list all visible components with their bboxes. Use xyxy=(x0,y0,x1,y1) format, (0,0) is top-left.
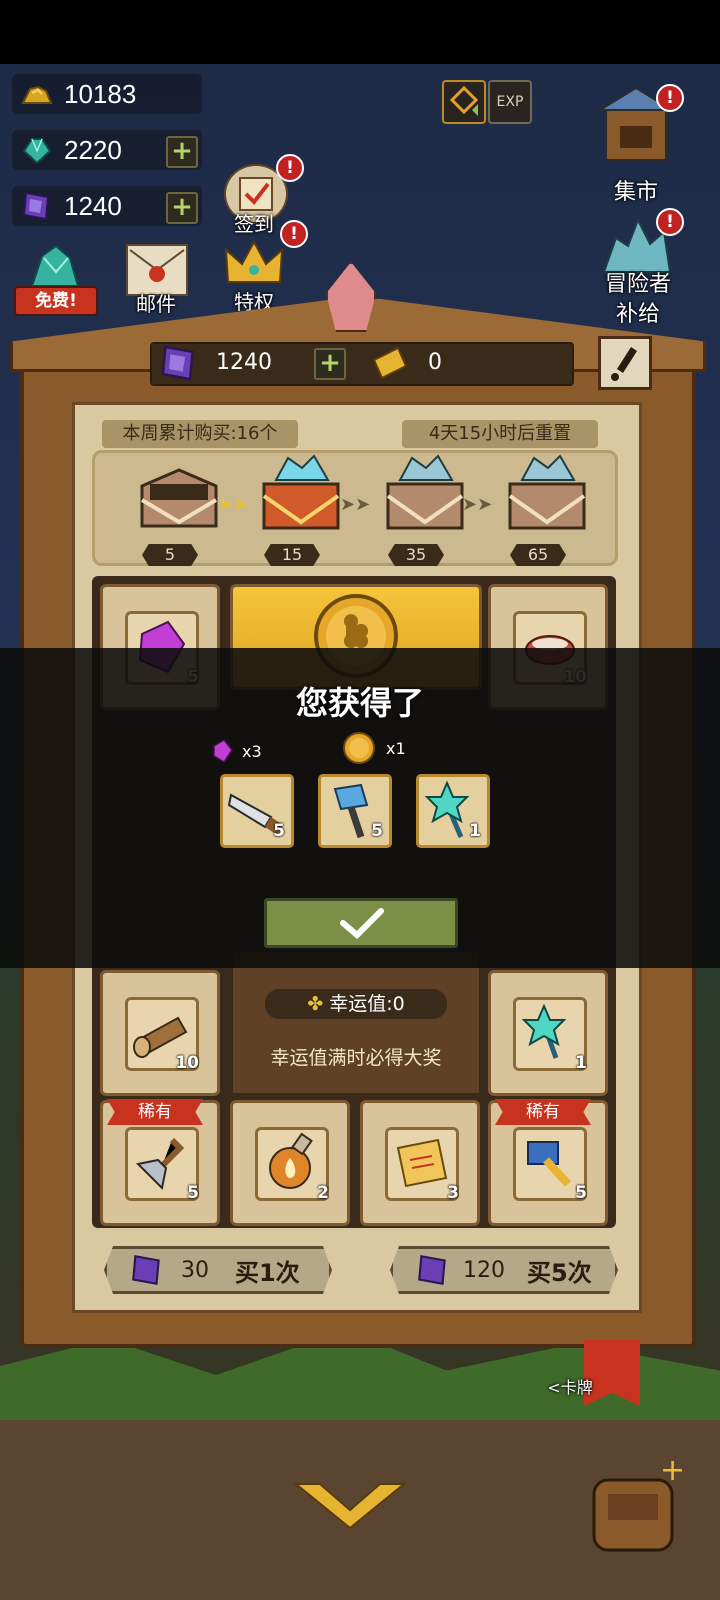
panel-add-crystals-button[interactable]: + xyxy=(314,348,346,380)
buy-once-label: 买1次 xyxy=(235,1258,300,1287)
buy-once-cost: 30 xyxy=(181,1257,209,1283)
summary-qty: x3 xyxy=(242,741,262,761)
info-button[interactable] xyxy=(598,336,652,390)
privilege-button[interactable] xyxy=(222,236,286,290)
add-gems-button[interactable]: + xyxy=(166,136,198,168)
tier-label: 5 xyxy=(142,544,198,566)
clover-icon: ✤ xyxy=(307,993,324,1015)
reward-slot-wand[interactable]: 1 xyxy=(416,774,490,848)
item-count: 3 xyxy=(447,1183,459,1203)
item-count: 5 xyxy=(187,1183,199,1203)
popup-title: 您获得了 xyxy=(295,684,424,722)
rare-tag: 稀有 xyxy=(107,1099,203,1125)
weekly-purchased: 本周累计购买:16个 xyxy=(102,420,298,448)
luck-note: 幸运值满时必得大奖 xyxy=(270,1047,442,1069)
backpack-button[interactable]: + xyxy=(580,1450,690,1560)
svg-text:+: + xyxy=(660,1453,685,1488)
gold-counter: 10183 xyxy=(12,74,202,114)
scroll-down-arrow[interactable] xyxy=(290,1478,410,1534)
item-count: 5 xyxy=(575,1183,587,1203)
buy-five-cost: 120 xyxy=(463,1257,505,1283)
gold-nugget-icon xyxy=(21,85,53,104)
envelope-icon xyxy=(129,249,185,282)
buy-once-button[interactable]: 30 买1次 xyxy=(104,1246,332,1294)
add-crystals-button[interactable]: + xyxy=(166,192,198,224)
arrow-icon: ➤➤ xyxy=(218,494,249,515)
rank-up-button[interactable] xyxy=(442,80,486,124)
reward-slot-hammer[interactable]: 5 xyxy=(318,774,392,848)
reward-count: 1 xyxy=(469,821,481,841)
tier-label: 15 xyxy=(264,544,320,566)
crown-icon xyxy=(224,239,284,283)
cardback-label-partial: <卡牌 xyxy=(547,1378,593,1397)
reward-count: 5 xyxy=(371,821,383,841)
buy-five-label: 买5次 xyxy=(527,1258,592,1287)
panel-crystal-value: 1240 xyxy=(216,350,272,375)
gem-chest-icon xyxy=(508,454,586,530)
confirm-button[interactable] xyxy=(264,898,458,948)
panel-currency-bar: 1240 + 0 xyxy=(150,342,574,386)
reward-slot-saw[interactable]: 5 xyxy=(220,774,294,848)
diamond-up-icon xyxy=(449,85,479,116)
panel-ticket-value: 0 xyxy=(428,350,442,375)
mail-label: 邮件 xyxy=(136,292,176,316)
arrow-icon: ➤➤ xyxy=(340,494,371,515)
fire-potion-icon xyxy=(269,1132,313,1189)
checkmark-icon xyxy=(340,908,384,940)
chevron-down-icon xyxy=(293,1483,407,1530)
crystal-value: 1240 xyxy=(64,190,122,221)
item-count: 2 xyxy=(317,1183,329,1203)
gem-icon xyxy=(22,138,52,165)
reset-timer: 4天15小时后重置 xyxy=(402,420,598,448)
luck-value: 幸运值:0 xyxy=(329,993,405,1015)
supply-label-line1: 冒险者 xyxy=(604,272,671,297)
gold-value: 10183 xyxy=(64,78,137,109)
summary-qty: x1 xyxy=(386,738,406,758)
signin-notice-badge: ! xyxy=(276,154,304,182)
prize-cell-scroll[interactable]: 3 xyxy=(360,1100,480,1226)
market-notice-badge: ! xyxy=(656,84,684,112)
purple-crystal-icon xyxy=(132,1254,160,1286)
free-label: 免费! xyxy=(14,286,98,316)
exp-boost-button[interactable]: EXP xyxy=(488,80,532,124)
purple-crystal-icon xyxy=(418,1254,446,1286)
tier-chest-65[interactable] xyxy=(492,450,602,540)
luck-panel: ✤ 幸运值:0 幸运值满时必得大奖 xyxy=(230,950,482,1096)
pink-gem-icon xyxy=(213,739,233,764)
gold-ticket-icon xyxy=(372,346,408,380)
tier-label: 65 xyxy=(510,544,566,566)
backpack-icon: + xyxy=(592,1453,685,1552)
scroll-icon xyxy=(396,1138,448,1188)
prize-cell-potion[interactable]: 2 xyxy=(230,1100,350,1226)
clover-coin-icon xyxy=(343,732,375,764)
item-count: 10 xyxy=(175,1053,199,1073)
supply-notice-badge: ! xyxy=(656,208,684,236)
popup-summary-item: x1 xyxy=(342,730,422,766)
purple-crystal-icon xyxy=(161,345,194,381)
reward-count: 5 xyxy=(273,821,285,841)
prize-cell-hammer[interactable]: 5 稀有 xyxy=(488,1099,608,1226)
exclamation-icon xyxy=(611,347,637,381)
golden-hammer-icon xyxy=(527,1141,571,1187)
shovel-icon xyxy=(135,1137,185,1191)
exp-label: EXP xyxy=(496,94,524,110)
arrow-icon: ➤➤ xyxy=(462,494,493,515)
prize-cell-log[interactable]: 10 xyxy=(100,970,220,1096)
market-label: 集市 xyxy=(613,180,658,205)
popup-summary-item: x3 xyxy=(210,736,290,766)
prize-cell-wand[interactable]: 1 xyxy=(488,970,608,1096)
buy-five-button[interactable]: 120 买5次 xyxy=(390,1246,618,1294)
item-count: 1 xyxy=(575,1053,587,1073)
star-wand-icon xyxy=(521,1003,567,1059)
prize-cell-shovel[interactable]: 5 稀有 xyxy=(100,1099,220,1226)
purple-crystal-icon xyxy=(22,191,50,221)
status-bar xyxy=(0,0,720,64)
luck-value-box: ✤ 幸运值:0 xyxy=(265,989,447,1019)
rare-tag: 稀有 xyxy=(495,1099,591,1125)
supply-label-line2: 补给 xyxy=(615,302,660,327)
tier-label: 35 xyxy=(388,544,444,566)
gem-value: 2220 xyxy=(64,134,122,165)
signin-label: 签到 xyxy=(234,212,274,236)
free-gems-button[interactable]: 免费! xyxy=(12,236,98,316)
